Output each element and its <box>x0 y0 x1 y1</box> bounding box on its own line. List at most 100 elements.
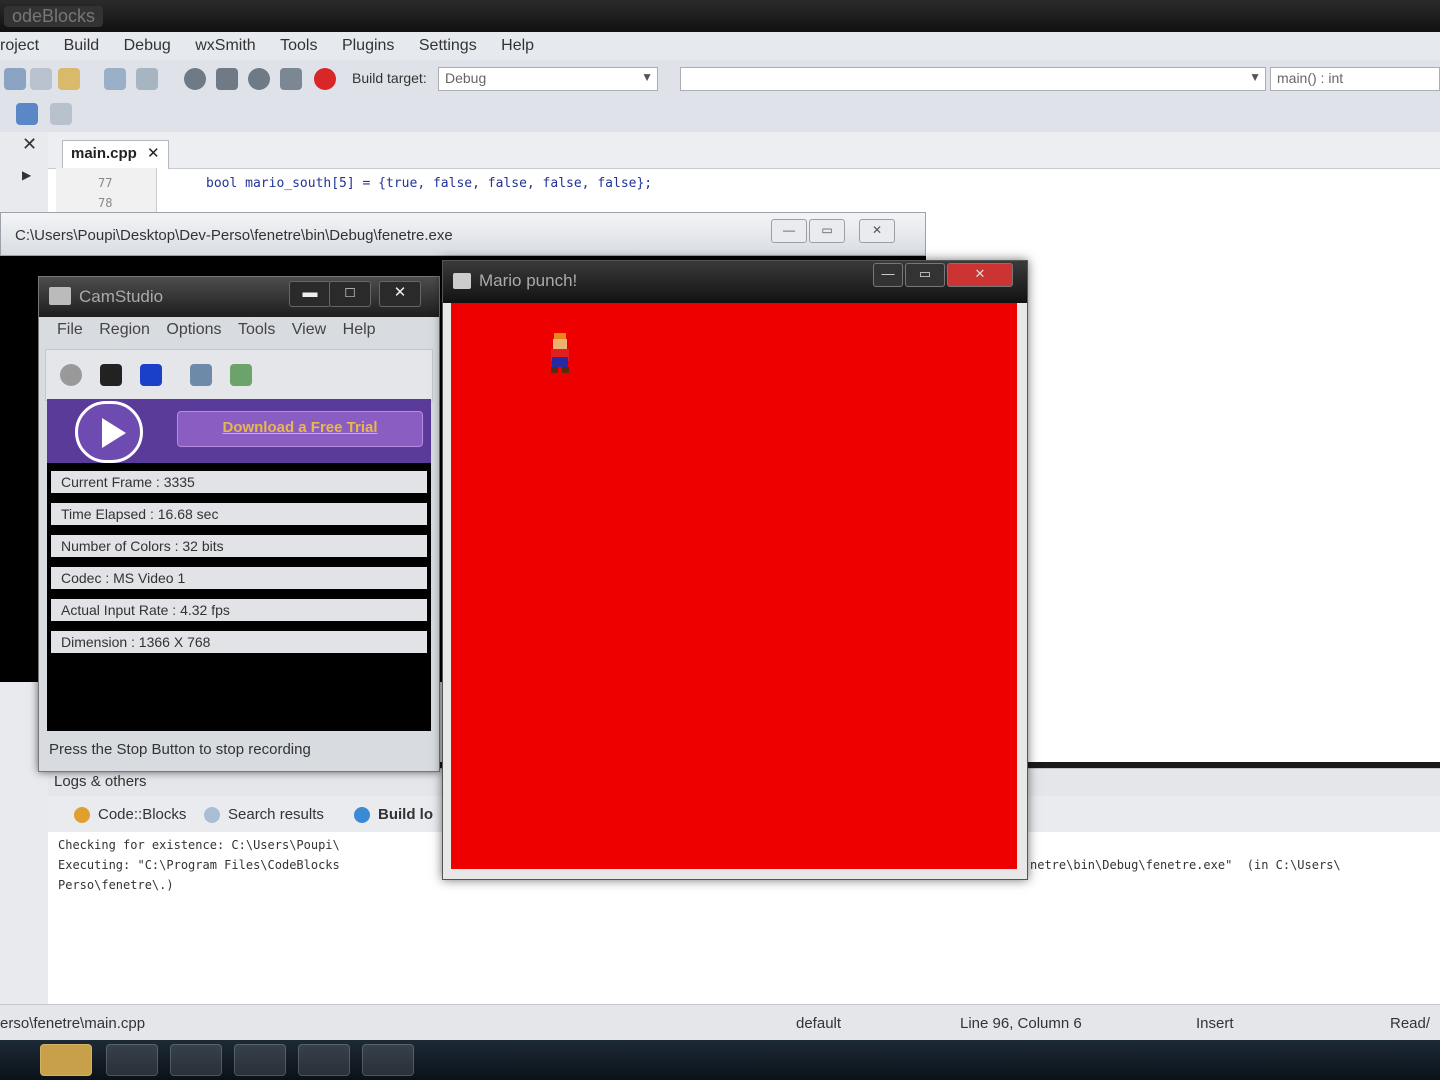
maximize-button[interactable]: ▭ <box>809 219 845 243</box>
status-encoding: default <box>796 1015 842 1032</box>
paint-icon[interactable] <box>170 1044 222 1076</box>
console-window-titlebar: C:\Users\Poupi\Desktop\Dev-Perso\fenetre… <box>0 212 926 256</box>
mario-window: Mario punch! — ▭ ✕ <box>442 260 1028 880</box>
info-dimension: Dimension : 1366 X 768 <box>51 631 427 653</box>
menu-wxsmith[interactable]: wxSmith <box>195 37 255 55</box>
scope-select[interactable]: ▼ <box>680 67 1266 91</box>
download-trial-button[interactable]: Download a Free Trial <box>177 411 423 447</box>
capture-icon[interactable] <box>190 364 212 386</box>
menu-view[interactable]: View <box>292 321 326 338</box>
taskbar <box>0 1040 1440 1080</box>
status-access: Read/ <box>1390 1015 1431 1032</box>
menu-build[interactable]: Build <box>64 37 100 55</box>
menu-help[interactable]: Help <box>343 321 376 338</box>
minimize-button[interactable]: — <box>771 219 807 243</box>
abort-icon[interactable] <box>314 68 336 90</box>
status-mode: Insert <box>1196 1015 1234 1032</box>
log-line: Executing: "C:\Program Files\CodeBlocks <box>58 858 340 872</box>
ide-toolbar: Build target: Debug ▼ ▼ main() : int <box>0 60 1440 99</box>
menu-settings[interactable]: Settings <box>419 37 477 55</box>
menu-debug[interactable]: Debug <box>124 37 171 55</box>
find-icon[interactable] <box>104 68 126 90</box>
mario-title: Mario punch! <box>479 271 578 290</box>
excel-icon[interactable] <box>106 1044 158 1076</box>
maximize-button[interactable]: □ <box>329 281 371 307</box>
document-icon[interactable] <box>362 1044 414 1076</box>
camstudio-title: CamStudio <box>79 287 164 306</box>
symbol-select[interactable]: main() : int <box>1270 67 1440 91</box>
build-target-select[interactable]: Debug ▼ <box>438 67 658 91</box>
build-icon[interactable] <box>184 68 206 90</box>
comment-icon[interactable] <box>50 103 72 125</box>
paste-icon[interactable] <box>58 68 80 90</box>
status-file: erso\fenetre\main.cpp <box>0 1015 146 1032</box>
doc-icon[interactable] <box>16 103 38 125</box>
stop-icon[interactable] <box>140 364 162 386</box>
menu-region[interactable]: Region <box>99 321 150 338</box>
play-icon <box>75 401 143 463</box>
minimize-button[interactable]: — <box>873 263 903 287</box>
status-position: Line 96, Column 6 <box>960 1015 1082 1032</box>
tab-codeblocks-log[interactable]: Code::Blocks <box>68 802 196 830</box>
codeblocks-icon <box>74 807 90 823</box>
menu-file[interactable]: File <box>57 321 83 338</box>
record-icon[interactable] <box>60 364 82 386</box>
camstudio-menu: File Region Options Tools View Help <box>45 321 433 347</box>
rebuild-icon[interactable] <box>280 68 302 90</box>
camstudio-icon <box>49 287 71 305</box>
mario-sprite <box>551 333 569 373</box>
info-time-elapsed: Time Elapsed : 16.68 sec <box>51 503 427 525</box>
info-codec: Codec : MS Video 1 <box>51 567 427 589</box>
build-target-label: Build target: <box>352 70 427 86</box>
close-button[interactable]: ✕ <box>859 219 895 243</box>
ide-toolbar-secondary <box>0 98 1440 133</box>
close-button[interactable]: ✕ <box>947 263 1013 287</box>
copy-icon[interactable] <box>30 68 52 90</box>
autopan-icon[interactable] <box>230 364 252 386</box>
menu-options[interactable]: Options <box>166 321 221 338</box>
folder-icon[interactable] <box>40 1044 92 1076</box>
maximize-button[interactable]: ▭ <box>905 263 945 287</box>
gear-icon <box>354 807 370 823</box>
camstudio-toolbar <box>45 349 433 401</box>
info-current-frame: Current Frame : 3335 <box>51 471 427 493</box>
tab-build-log[interactable]: Build lo <box>348 802 443 830</box>
code-line: bool mario_south[5] = {true, false, fals… <box>206 176 653 191</box>
line-number: 78 <box>98 196 113 210</box>
editor-tabs: main.cpp ✕ <box>48 132 1440 169</box>
menu-tools[interactable]: Tools <box>238 321 275 338</box>
game-canvas[interactable] <box>451 303 1017 869</box>
recording-info-panel: Current Frame : 3335 Time Elapsed : 16.6… <box>47 463 431 731</box>
replace-icon[interactable] <box>136 68 158 90</box>
log-line: Perso\fenetre\.) <box>58 878 174 892</box>
search-icon <box>204 807 220 823</box>
close-button[interactable]: ✕ <box>379 281 421 307</box>
console-path: C:\Users\Poupi\Desktop\Dev-Perso\fenetre… <box>15 227 453 244</box>
close-icon[interactable]: ✕ <box>147 145 160 162</box>
app-icon <box>453 273 471 289</box>
pause-icon[interactable] <box>100 364 122 386</box>
minimize-button[interactable]: ▬ <box>289 281 331 307</box>
menu-plugins[interactable]: Plugins <box>342 37 394 55</box>
cut-icon[interactable] <box>4 68 26 90</box>
tab-main-cpp[interactable]: main.cpp ✕ <box>62 140 169 169</box>
run-icon[interactable] <box>216 68 238 90</box>
build-run-icon[interactable] <box>248 68 270 90</box>
chevron-right-icon[interactable]: ▶ <box>22 168 31 182</box>
menu-project[interactable]: roject <box>0 37 39 55</box>
menu-help[interactable]: Help <box>501 37 534 55</box>
ide-title-bar: odeBlocks <box>0 0 1440 32</box>
log-line-tail: netre\bin\Debug\fenetre.exe" (in C:\User… <box>1030 858 1341 872</box>
ide-title: odeBlocks <box>4 6 104 27</box>
line-number: 77 <box>98 176 113 190</box>
mario-titlebar: Mario punch! — ▭ ✕ <box>443 261 1027 303</box>
info-input-rate: Actual Input Rate : 4.32 fps <box>51 599 427 621</box>
console-app-icon[interactable] <box>298 1044 350 1076</box>
camstudio-window: CamStudio ▬ □ ✕ File Region Options Tool… <box>38 276 440 772</box>
menu-tools[interactable]: Tools <box>280 37 317 55</box>
close-icon[interactable]: ✕ <box>22 134 37 155</box>
promo-banner: Download a Free Trial <box>47 399 431 463</box>
app-icon[interactable] <box>234 1044 286 1076</box>
tab-search-results[interactable]: Search results <box>198 802 334 830</box>
ide-menu-bar: roject Build Debug wxSmith Tools Plugins… <box>0 32 1440 61</box>
